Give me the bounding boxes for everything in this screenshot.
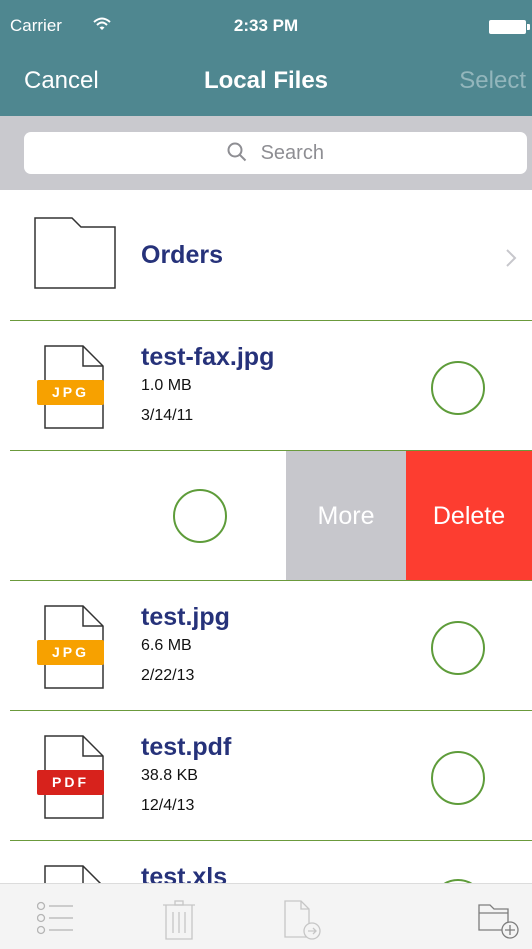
search-area: Search — [0, 116, 532, 190]
delete-button[interactable]: Delete — [406, 451, 532, 581]
battery-icon — [489, 20, 530, 34]
select-checkbox[interactable] — [431, 621, 485, 675]
select-checkbox[interactable] — [431, 361, 485, 415]
bottom-toolbar — [0, 883, 532, 949]
select-checkbox[interactable] — [431, 751, 485, 805]
jpg-file-icon: JPG — [37, 345, 111, 434]
file-date: 12/4/13 — [141, 797, 195, 814]
search-input[interactable]: Search — [24, 132, 527, 174]
file-type-badge: JPG — [51, 644, 89, 660]
file-name: test.pdf — [141, 733, 232, 761]
folder-row[interactable]: Orders — [0, 190, 532, 320]
file-date: 2/22/13 — [141, 667, 195, 684]
page-title: Local Files — [203, 67, 329, 94]
file-name: test.jpg — [141, 603, 230, 631]
checklist-icon[interactable] — [36, 900, 75, 943]
file-type-badge: JPG — [51, 384, 89, 400]
jpg-file-icon: JPG — [37, 605, 111, 694]
status-bar: Carrier 2:33 PM — [0, 0, 532, 40]
file-size: 38.8 KB — [141, 767, 198, 784]
file-row[interactable]: JPG test-fax.jpg 1.0 MB 3/14/11 — [0, 321, 532, 451]
pdf-file-icon: PDF — [37, 735, 111, 824]
file-type-badge: PDF — [52, 774, 89, 790]
file-size: 6.6 MB — [141, 637, 192, 654]
file-move-icon[interactable] — [283, 900, 323, 945]
search-icon — [227, 142, 261, 164]
file-name: test.xls — [141, 863, 228, 883]
file-row[interactable]: PDF test.pdf 38.8 KB 12/4/13 — [0, 711, 532, 841]
chevron-right-icon — [505, 248, 517, 273]
file-name: test-fax.jpg — [141, 343, 275, 371]
folder-name: Orders — [141, 241, 223, 269]
status-time: 2:33 PM — [233, 16, 299, 35]
folder-icon — [34, 217, 116, 294]
navigation-bar: Cancel Local Files Select — [0, 40, 532, 116]
file-row[interactable]: test.xls — [0, 841, 532, 883]
trash-icon[interactable] — [162, 900, 196, 945]
xls-file-icon — [37, 865, 111, 883]
swiped-row[interactable]: More Delete — [0, 451, 532, 581]
search-placeholder-wrap: Search — [24, 142, 527, 165]
file-row[interactable]: JPG test.jpg 6.6 MB 2/22/13 — [0, 581, 532, 711]
select-checkbox[interactable] — [173, 489, 227, 543]
search-placeholder: Search — [260, 142, 324, 164]
file-date: 3/14/11 — [141, 407, 194, 424]
new-folder-icon[interactable] — [478, 900, 520, 945]
more-button[interactable]: More — [286, 451, 406, 581]
file-size: 1.0 MB — [141, 377, 192, 394]
select-button[interactable]: Select — [459, 67, 526, 95]
